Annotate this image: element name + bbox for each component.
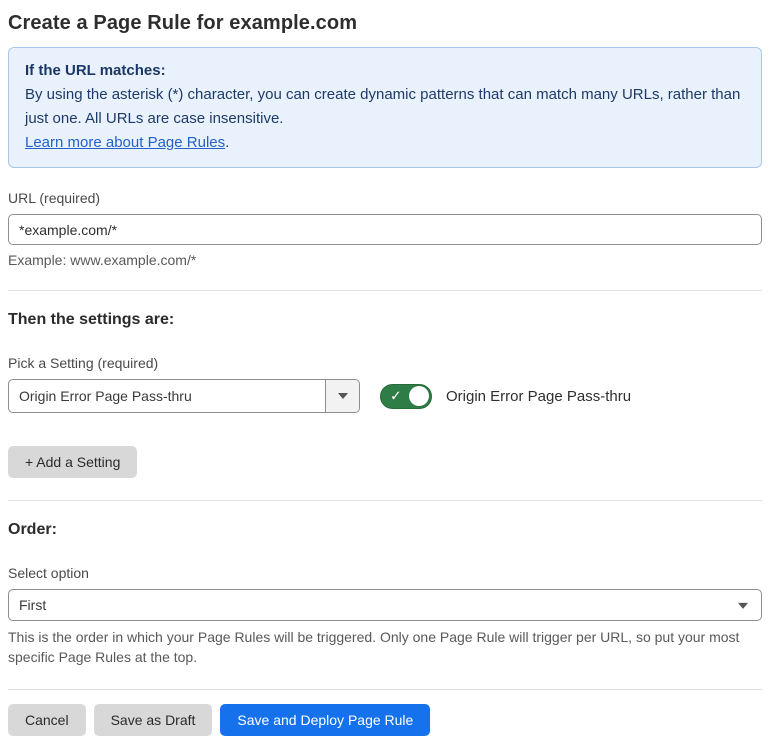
info-box-link-line: Learn more about Page Rules. bbox=[25, 131, 745, 155]
setting-controls-row: Origin Error Page Pass-thru ✓ Origin Err… bbox=[8, 379, 762, 413]
save-as-draft-button[interactable]: Save as Draft bbox=[93, 704, 213, 736]
order-select[interactable]: First bbox=[8, 589, 762, 621]
page-title: Create a Page Rule for example.com bbox=[8, 12, 358, 34]
cancel-button[interactable]: Cancel bbox=[8, 704, 86, 736]
toggle-knob bbox=[409, 386, 429, 406]
origin-error-toggle[interactable]: ✓ bbox=[380, 383, 432, 409]
toggle-label: Origin Error Page Pass-thru bbox=[446, 387, 632, 405]
save-and-deploy-button[interactable]: Save and Deploy Page Rule bbox=[220, 704, 431, 736]
info-box-heading: If the URL matches: bbox=[25, 62, 166, 79]
check-icon: ✓ bbox=[390, 387, 402, 404]
setting-dropdown-arrow-button[interactable] bbox=[325, 380, 359, 412]
order-select-label: Select option bbox=[8, 565, 89, 581]
footer-actions: Cancel Save as Draft Save and Deploy Pag… bbox=[8, 704, 762, 736]
divider bbox=[8, 689, 762, 690]
chevron-down-icon bbox=[337, 393, 348, 399]
setting-picker-label: Pick a Setting (required) bbox=[8, 355, 159, 371]
link-suffix: . bbox=[225, 134, 230, 151]
order-select-value: First bbox=[19, 597, 47, 613]
learn-more-link[interactable]: Learn more about Page Rules bbox=[25, 134, 225, 151]
url-field-label: URL (required) bbox=[8, 190, 101, 206]
info-box-body: By using the asterisk (*) character, you… bbox=[25, 86, 741, 127]
settings-section-heading: Then the settings are: bbox=[8, 311, 175, 328]
order-section-heading: Order: bbox=[8, 521, 57, 538]
chevron-down-icon bbox=[738, 602, 748, 609]
setting-dropdown[interactable]: Origin Error Page Pass-thru bbox=[8, 379, 360, 413]
divider bbox=[8, 500, 762, 501]
add-setting-button[interactable]: + Add a Setting bbox=[8, 446, 138, 478]
url-input[interactable] bbox=[8, 214, 762, 245]
setting-dropdown-value: Origin Error Page Pass-thru bbox=[19, 388, 192, 404]
divider bbox=[8, 290, 762, 291]
order-help-text: This is the order in which your Page Rul… bbox=[8, 629, 740, 665]
url-match-info-box: If the URL matches: By using the asteris… bbox=[8, 47, 762, 168]
url-example-text: Example: www.example.com/* bbox=[8, 252, 197, 268]
